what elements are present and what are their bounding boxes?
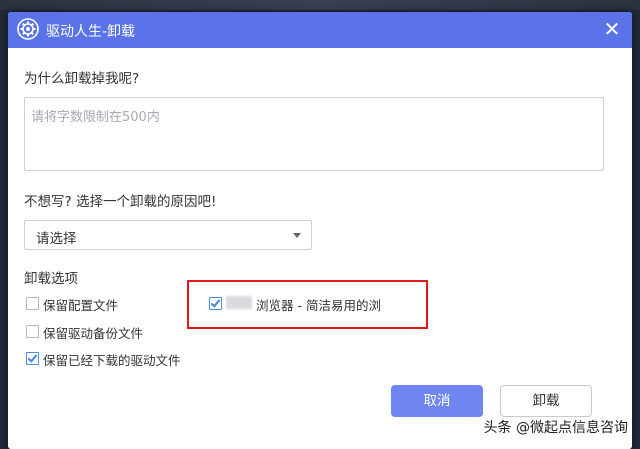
reason-dropdown[interactable]: 请选择 [24, 220, 312, 250]
cancel-button[interactable]: 取消 [391, 385, 483, 417]
reason-question-label: 为什么卸载掉我呢? [24, 71, 140, 87]
checkbox-label: 保留已经下载的驱动文件 [43, 353, 181, 368]
uninstall-options-label: 卸载选项 [24, 271, 78, 287]
watermark-text: 头条 @微起点信息咨询 [483, 420, 628, 436]
window-title: 驱动人生-卸载 [46, 24, 136, 40]
checkbox-box [26, 297, 39, 310]
checkbox-label: 保留驱动备份文件 [43, 326, 144, 341]
gear-icon [17, 18, 39, 40]
close-icon[interactable]: ✕ [600, 17, 624, 41]
uninstall-button[interactable]: 卸载 [500, 385, 592, 417]
dropdown-value: 请选择 [36, 231, 77, 247]
feedback-textarea[interactable] [24, 97, 604, 171]
red-highlight-box [187, 280, 428, 329]
checkbox-box [26, 325, 39, 338]
checkbox-label: 保留配置文件 [43, 298, 119, 313]
checkbox-checked [26, 352, 39, 365]
reason-select-label: 不想写? 选择一个卸载的原因吧! [24, 194, 217, 210]
uninstall-dialog: 驱动人生-卸载 ✕ 为什么卸载掉我呢? 不想写? 选择一个卸载的原因吧! 请选择… [8, 12, 632, 449]
title-bar: 驱动人生-卸载 ✕ [8, 12, 632, 48]
desktop-backdrop [0, 0, 640, 10]
caret-down-icon [293, 233, 301, 238]
